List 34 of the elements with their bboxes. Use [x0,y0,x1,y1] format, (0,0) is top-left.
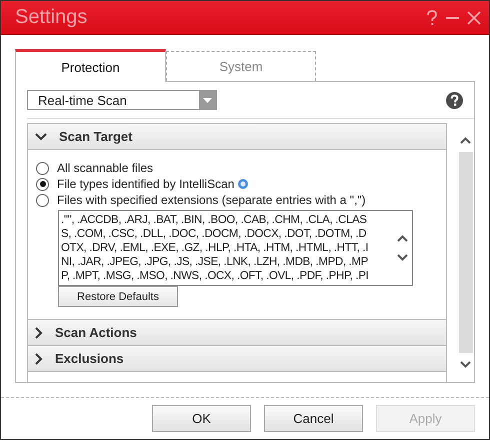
option-label: Files with specified extensions (separate entries with a ",") [57,193,366,207]
extensions-field[interactable] [58,210,413,286]
option-label: All scannable files [57,161,154,175]
chevron-right-icon [35,352,43,364]
extensions-text-line: S, .COM, .CSC, .DLL, .DOC, .DOCM, .DOCX, .DOT, .DOTM, .D [61,227,368,241]
scroll-down-icon[interactable] [396,254,408,261]
tab[interactable]: Protection [15,49,166,82]
extensions-text-line: NI, .JAR, .JPEG, .JPG, .JS, .JSE, .LNK, .LZH, .MDB, .MPD, .MP [61,255,370,269]
scroll-down-icon[interactable] [460,361,471,368]
radio-button[interactable] [36,162,49,174]
scroll-up-icon[interactable] [396,235,408,242]
extensions-text-line: ."", .ACCDB, .ARJ, .BAT, .BIN, .BOO, .CAB, .CHM, .CLA, .CLAS [61,213,368,227]
tab[interactable]: System [166,51,316,81]
scrollbar-thumb[interactable] [458,152,472,353]
scroll-up-icon[interactable] [460,137,471,144]
section-header[interactable]: Scan Target [28,124,446,150]
window-title: Settings [15,6,88,29]
section-header[interactable]: Exclusions [28,346,446,372]
restore-defaults-button[interactable]: Restore Defaults [58,286,178,307]
section-header[interactable]: Scan Actions [28,320,446,346]
dialog-button[interactable]: OK [152,405,251,432]
scan-type-dropdown[interactable]: Real-time Scan [27,90,217,110]
extensions-text-line: OTX, .DRV, .EML, .EXE, .GZ, .HLP, .HTA, .HTM, .HTML, .HTT, .I [61,241,370,255]
radio-button[interactable] [36,178,49,190]
close-icon[interactable] [467,10,481,24]
info-icon[interactable] [238,179,248,189]
extensions-text-line: P, .MPT, .MSG, .MSO, .NWS, .OCX, .OFT, .OVL, .PDF, .PHP, .PI [61,269,370,283]
radio-button[interactable] [36,194,49,206]
help-icon[interactable] [446,92,463,108]
option-label: File types identified by IntelliScan [57,177,234,191]
chevron-right-icon [35,326,43,338]
chevron-down-icon [35,132,47,140]
caret-icon [203,98,212,102]
dialog-button[interactable]: Cancel [264,405,363,432]
